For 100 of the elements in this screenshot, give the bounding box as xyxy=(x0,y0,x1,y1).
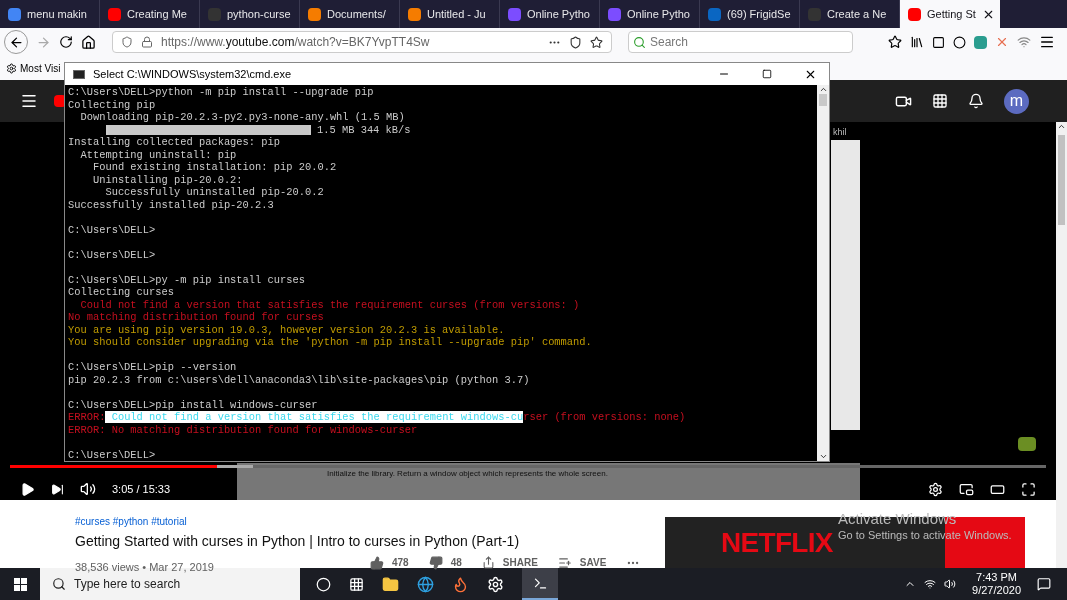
browser-tab[interactable]: Online Pytho xyxy=(600,0,700,28)
time-display: 3:05 / 15:33 xyxy=(112,481,171,497)
tab-favicon-icon xyxy=(608,7,621,21)
console-line: Downloading pip-20.2.3-py2.py3-none-any.whl (1.5 MB) xyxy=(79,111,405,124)
miniplayer-icon[interactable] xyxy=(959,481,974,497)
bell-icon[interactable] xyxy=(968,93,984,109)
console-line: Installing collected packages: pip xyxy=(68,136,280,149)
console-line: ERROR: No matching distribution found for windows-curser xyxy=(68,423,418,436)
extension-icon[interactable] xyxy=(995,35,1009,49)
console-line: C:\Users\DELL>pip install windows-curser xyxy=(68,398,318,411)
cortana-icon[interactable] xyxy=(316,576,331,592)
video-title: Getting Started with curses in Python | Intro to curses in Python (Part-1) xyxy=(75,532,520,551)
search-icon xyxy=(633,35,646,49)
home-icon[interactable] xyxy=(81,34,96,50)
clock-date: 9/27/2020 xyxy=(972,584,1021,597)
console-line: C:\Users\DELL>pip --version xyxy=(68,361,237,374)
menu-icon[interactable] xyxy=(20,92,38,110)
side-text: khil xyxy=(833,126,847,139)
browser-tab[interactable]: Documents/ xyxy=(300,0,400,28)
console-line: C:\Users\DELL> xyxy=(68,248,156,261)
browser-tab[interactable]: Online Pytho xyxy=(500,0,600,28)
console-line: C:\Users\DELL> xyxy=(68,448,156,461)
search-icon xyxy=(52,577,66,591)
browser-tab[interactable]: Getting St xyxy=(900,0,1000,28)
maximize-icon[interactable] xyxy=(762,69,772,79)
console-line: Successfully uninstalled pip-20.0.2 xyxy=(104,186,324,199)
tab-favicon-icon xyxy=(508,7,521,21)
ad-brand: NETFLIX xyxy=(721,525,833,560)
console-line: 1.5 MB 344 kB/s xyxy=(317,123,411,136)
extension-icon[interactable] xyxy=(974,35,987,49)
dislike-count: 48 xyxy=(450,556,462,570)
search-field[interactable]: Search xyxy=(628,31,853,53)
browser-tab[interactable]: (69) FrigidSe xyxy=(700,0,800,28)
apps-grid-icon[interactable] xyxy=(932,93,948,109)
scroll-up-icon[interactable] xyxy=(818,85,828,94)
video-caption: Initialize the library. Return a window object which represents the whole screen. xyxy=(327,469,608,478)
scroll-up-icon[interactable] xyxy=(1057,122,1066,131)
console-line: No matching distribution found for curses xyxy=(68,311,324,324)
console-line: Collecting curses xyxy=(68,286,174,299)
gear-icon xyxy=(6,62,17,74)
extension-icon[interactable] xyxy=(1017,35,1031,49)
wifi-icon[interactable] xyxy=(924,578,937,590)
thumbs-up-icon[interactable] xyxy=(370,555,384,570)
console-line: Successfully installed pip-20.2.3 xyxy=(68,198,274,211)
volume-icon[interactable] xyxy=(944,578,957,590)
tab-favicon-icon xyxy=(108,7,121,21)
console-line: Collecting pip xyxy=(68,98,156,111)
console-line: Found existing installation: pip 20.0.2 xyxy=(91,161,337,174)
flame-icon[interactable] xyxy=(452,575,469,593)
next-icon[interactable] xyxy=(51,482,64,496)
scrollbar-thumb[interactable] xyxy=(1058,135,1065,225)
hashtags[interactable]: #curses #python #tutorial xyxy=(75,514,187,529)
browser-tab[interactable]: Untitled - Ju xyxy=(400,0,500,28)
browser-tab[interactable]: Creating Me xyxy=(100,0,200,28)
gear-icon[interactable] xyxy=(487,575,504,593)
share-icon xyxy=(481,556,495,569)
thumbs-down-icon[interactable] xyxy=(428,555,443,570)
window-title: Select C:\WINDOWS\system32\cmd.exe xyxy=(93,66,292,82)
reload-icon[interactable] xyxy=(59,35,73,49)
volume-icon[interactable] xyxy=(80,481,96,497)
play-icon[interactable] xyxy=(20,481,35,497)
console-line: C:\Users\DELL>python -m pip install --upgrade pip xyxy=(68,86,374,99)
playlist-add-icon xyxy=(557,555,572,570)
tab-favicon-icon xyxy=(708,7,721,21)
console-line: Uninstalling pip-20.0.2: xyxy=(91,173,243,186)
settings-icon[interactable] xyxy=(928,481,943,497)
notification-icon[interactable] xyxy=(1037,577,1051,591)
console-line: Attempting uninstall: pip xyxy=(79,148,237,161)
browser-tab[interactable]: menu makin xyxy=(0,0,100,28)
avatar[interactable]: m xyxy=(1004,88,1029,114)
account-icon[interactable] xyxy=(953,35,966,49)
bookmark-star-icon[interactable] xyxy=(590,35,603,49)
folder-icon[interactable] xyxy=(382,575,399,593)
address-bar[interactable]: https://www.youtube.com/watch?v=BK7YvpTT4Sw xyxy=(112,31,612,53)
browser-tab[interactable]: python-curse xyxy=(200,0,300,28)
console-icon xyxy=(73,69,85,79)
terminal-icon[interactable] xyxy=(522,568,558,600)
console-line: ERROR: Could not find a version that satisfies the requirement windows-curser (from versions: none) xyxy=(68,411,686,424)
bookmark-item[interactable]: Most Visi xyxy=(20,60,61,76)
clock-time: 7:43 PM xyxy=(976,571,1017,584)
star-icon[interactable] xyxy=(888,35,902,49)
url-text: https://www.youtube.com/watch?v=BK7YvpTT4Sw xyxy=(161,34,430,51)
browser-icon[interactable] xyxy=(417,575,434,593)
console-line: You should consider upgrading via the 'python -m pip install --upgrade pip' command. xyxy=(68,336,592,349)
tab-favicon-icon xyxy=(308,7,321,21)
menu-icon[interactable] xyxy=(1039,34,1055,50)
tab-favicon-icon xyxy=(8,7,21,21)
scrollbar-thumb[interactable] xyxy=(819,94,827,106)
like-count: 478 xyxy=(392,556,409,570)
console-line: C:\Users\DELL>py -m pip install curses xyxy=(68,273,305,286)
sidebar-icon[interactable] xyxy=(932,35,945,49)
library-icon[interactable] xyxy=(910,35,924,49)
fullscreen-icon[interactable] xyxy=(1021,481,1036,497)
task-view-icon[interactable] xyxy=(349,576,364,592)
share-button[interactable]: SHARE xyxy=(481,555,538,570)
tab-favicon-icon xyxy=(908,7,921,21)
console-line: C:\Users\DELL> xyxy=(68,223,156,236)
scroll-down-icon[interactable] xyxy=(818,452,828,461)
console-line: You are using pip version 19.0.3, however version 20.2.3 is available. xyxy=(68,323,505,336)
save-button[interactable]: SAVE xyxy=(557,555,607,570)
